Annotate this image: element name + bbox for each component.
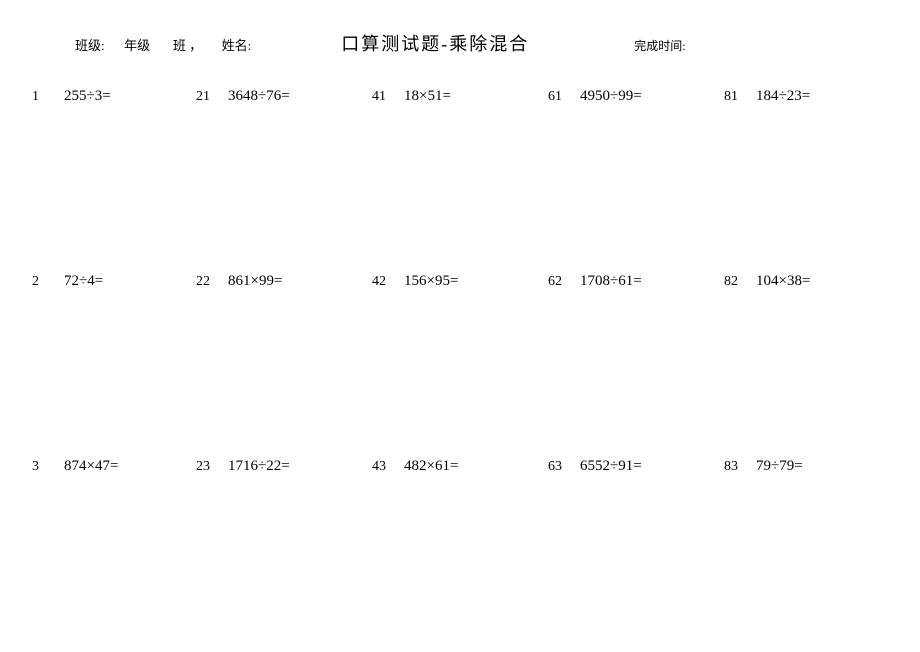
problem-expression: 1708÷61= <box>580 273 642 290</box>
problem-expression: 1716÷22= <box>228 458 290 475</box>
problem-number: 81 <box>724 89 756 105</box>
problem-cell: 62 1708÷61= <box>548 271 724 456</box>
problem-cell: 83 79÷79= <box>724 456 900 641</box>
problem-expression: 156×95= <box>404 273 458 290</box>
problem-cell: 61 4950÷99= <box>548 86 724 271</box>
worksheet-header: 班级: 年级 班 ， 姓名: 口算测试题-乘除混合 完成时间: <box>20 30 900 56</box>
problem-expression: 4950÷99= <box>580 88 642 105</box>
problem-expression: 18×51= <box>404 88 451 105</box>
problem-number: 43 <box>372 459 404 475</box>
problem-cell: 63 6552÷91= <box>548 456 724 641</box>
time-label: 完成时间: <box>634 37 685 54</box>
header-left-group: 班级: 年级 班 ， 姓名: <box>75 35 251 54</box>
problem-number: 63 <box>548 459 580 475</box>
problem-expression: 482×61= <box>404 458 458 475</box>
spacer <box>105 35 125 54</box>
problem-expression: 3648÷76= <box>228 88 290 105</box>
problem-cell: 81 184÷23= <box>724 86 900 271</box>
problem-expression: 6552÷91= <box>580 458 642 475</box>
problem-number: 3 <box>32 459 64 475</box>
problem-number: 2 <box>32 274 64 290</box>
problem-expression: 104×38= <box>756 273 810 290</box>
spacer <box>202 35 222 54</box>
problem-number: 23 <box>196 459 228 475</box>
problem-number: 82 <box>724 274 756 290</box>
problem-number: 41 <box>372 89 404 105</box>
problem-number: 22 <box>196 274 228 290</box>
problem-cell: 41 18×51= <box>372 86 548 271</box>
problem-expression: 79÷79= <box>756 458 803 475</box>
problem-number: 83 <box>724 459 756 475</box>
problem-expression: 255÷3= <box>64 88 111 105</box>
problem-number: 62 <box>548 274 580 290</box>
problem-expression: 72÷4= <box>64 273 103 290</box>
problem-cell: 42 156×95= <box>372 271 548 456</box>
problem-cell: 22 861×99= <box>196 271 372 456</box>
class-suffix: 班 ， <box>173 35 202 54</box>
problem-cell: 3 874×47= <box>20 456 196 641</box>
problem-cell: 21 3648÷76= <box>196 86 372 271</box>
problem-number: 21 <box>196 89 228 105</box>
problem-number: 42 <box>372 274 404 290</box>
spacer <box>150 35 173 54</box>
problem-cell: 1 255÷3= <box>20 86 196 271</box>
problem-cell: 2 72÷4= <box>20 271 196 456</box>
problem-cell: 82 104×38= <box>724 271 900 456</box>
worksheet-title: 口算测试题-乘除混合 <box>341 30 529 56</box>
problem-number: 1 <box>32 89 64 105</box>
problem-cell: 23 1716÷22= <box>196 456 372 641</box>
problem-expression: 184÷23= <box>756 88 810 105</box>
name-label: 姓名: <box>222 35 252 54</box>
problem-expression: 861×99= <box>228 273 282 290</box>
problem-cell: 43 482×61= <box>372 456 548 641</box>
problem-number: 61 <box>548 89 580 105</box>
problems-grid: 1 255÷3= 21 3648÷76= 41 18×51= 61 4950÷9… <box>20 86 900 641</box>
class-label: 班级: <box>75 35 105 54</box>
grade-label: 年级 <box>124 35 150 54</box>
problem-expression: 874×47= <box>64 458 118 475</box>
